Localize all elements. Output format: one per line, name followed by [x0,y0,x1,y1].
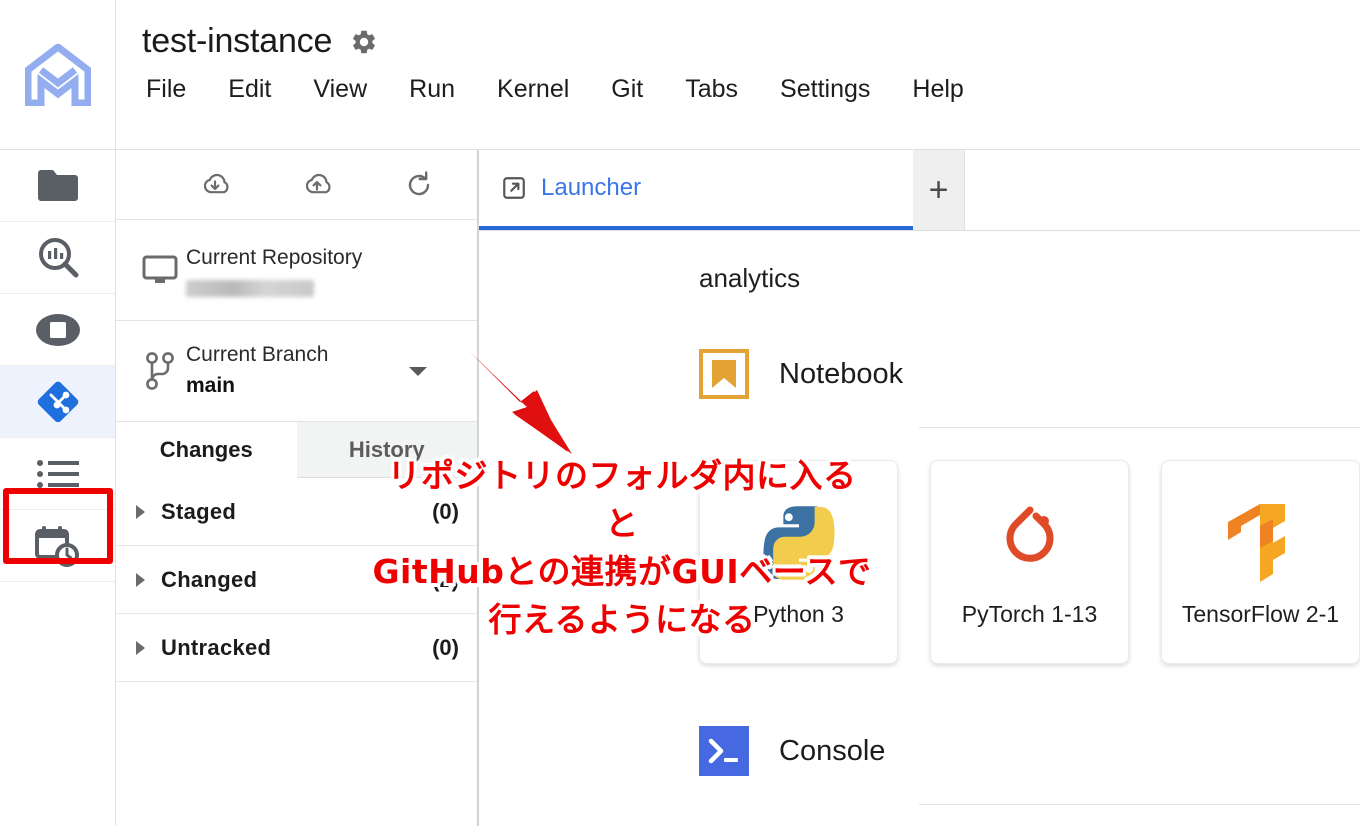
launcher-section-console-title: Console [779,735,885,768]
chevron-right-icon [136,505,145,519]
pull-button[interactable] [197,167,233,203]
sidebar-item-scheduler[interactable] [0,510,115,582]
pytorch-logo [992,491,1068,595]
menu-edit[interactable]: Edit [224,73,275,106]
tensorflow-logo-glyph [1226,502,1296,584]
terminal-icon-glyph [699,726,749,776]
menu-bar: File Edit View Run Kernel Git Tabs Setti… [116,61,1360,106]
branch-icon-glyph [144,351,176,391]
chevron-right-icon [136,641,145,655]
launcher-card-python3-label: Python 3 [753,601,844,628]
sidebar-item-git[interactable] [0,366,115,438]
current-repository-label: Current Repository [186,244,463,272]
launcher-section-notebook-title: Notebook [779,358,903,391]
launcher-panel: analytics Notebook [479,231,1360,826]
external-link-icon [501,175,527,201]
sidebar-item-file-browser[interactable] [0,150,115,222]
git-sidebar-panel: Current Repository Current Branch main [116,150,478,826]
launcher-card-tensorflow[interactable]: TensorFlow 2-1 [1161,460,1360,664]
section-staged[interactable]: Staged (0) [116,478,477,546]
pytorch-logo-glyph [992,500,1068,586]
branch-icon [134,351,186,391]
git-diamond-icon [34,378,82,426]
folder-icon [37,169,79,203]
current-branch-label: Current Branch [186,341,409,369]
section-untracked-label: Untracked [161,635,432,661]
monitor-icon [134,254,186,286]
magnifier-chart-icon [36,236,80,280]
launcher-section-console-header: Console [699,726,1360,776]
page-title: test-instance [142,22,332,61]
launcher-card-pytorch-label: PyTorch 1-13 [962,601,1098,628]
monitor-icon-glyph [142,254,178,286]
terminal-icon [699,726,749,776]
stop-circle-icon [35,313,81,347]
menu-kernel[interactable]: Kernel [493,73,573,106]
chevron-right-icon [136,573,145,587]
main-area: Launcher + analytics Notebook [479,150,1360,826]
title-row: test-instance [116,0,1360,61]
launcher-card-pytorch[interactable]: PyTorch 1-13 [930,460,1129,664]
sidebar-item-data-explorer[interactable] [0,222,115,294]
tab-launcher-label: Launcher [541,174,641,202]
launcher-card-tensorflow-label: TensorFlow 2-1 [1182,601,1339,628]
section-untracked-count: (0) [432,635,459,661]
current-branch-row[interactable]: Current Branch main [116,321,477,422]
calendar-clock-icon [35,524,81,568]
cloud-upload-icon [300,171,334,199]
section-changed-count: (2) [432,567,459,593]
list-icon [37,459,79,489]
new-launcher-button[interactable]: + [913,150,965,230]
section-staged-count: (0) [432,499,459,525]
tab-bar-filler [965,150,1360,230]
jupyterlab-window: test-instance File Edit View Run Kernel … [0,0,1360,826]
refresh-icon [404,170,434,200]
document-tab-bar: Launcher + [479,150,1360,231]
menu-git[interactable]: Git [607,73,647,106]
cloud-download-icon [198,171,232,199]
notebook-card-list: Python 3 PyTorch 1-13 [699,460,1360,664]
section-staged-label: Staged [161,499,432,525]
sidebar-item-table-of-contents[interactable] [0,438,115,510]
section-divider [919,804,1360,805]
repository-path-blurred [186,280,314,297]
section-divider [919,427,1360,428]
tab-launcher[interactable]: Launcher [479,150,913,230]
activity-bar [0,0,116,826]
current-repository-row[interactable]: Current Repository [116,220,477,321]
refresh-button[interactable] [401,167,437,203]
menu-run[interactable]: Run [405,73,459,106]
chevron-down-icon[interactable] [409,367,427,376]
notebook-bookmark-icon [699,349,749,399]
tab-history[interactable]: History [297,422,478,478]
current-branch-value: main [186,371,409,401]
push-button[interactable] [299,167,335,203]
launcher-card-python3[interactable]: Python 3 [699,460,898,664]
tab-changes[interactable]: Changes [116,422,297,478]
gear-icon-glyph [350,28,378,56]
gear-icon[interactable] [350,28,378,56]
menu-view[interactable]: View [309,73,371,106]
menu-file[interactable]: File [142,73,190,106]
python-logo [756,491,842,595]
notebook-bookmark-icon-glyph [699,349,749,399]
menu-tabs[interactable]: Tabs [681,73,742,106]
git-panel-tabs: Changes History [116,422,477,478]
app-logo [0,0,116,150]
git-toolbar [116,150,477,220]
current-branch-text: Current Branch main [186,341,409,401]
menu-settings[interactable]: Settings [776,73,874,106]
menu-help[interactable]: Help [908,73,967,106]
section-changed-label: Changed [161,567,432,593]
python-logo-glyph [756,500,842,586]
section-untracked[interactable]: Untracked (0) [116,614,477,682]
tensorflow-logo [1226,491,1296,595]
launcher-section-notebook-header: Notebook [699,349,1360,399]
current-repository-text: Current Repository [186,244,463,297]
jupyter-studio-logo-icon [25,44,91,106]
breadcrumb: analytics [699,231,1360,294]
section-changed[interactable]: Changed (2) [116,546,477,614]
top-header: test-instance File Edit View Run Kernel … [116,0,1360,150]
sidebar-item-running-terminals[interactable] [0,294,115,366]
